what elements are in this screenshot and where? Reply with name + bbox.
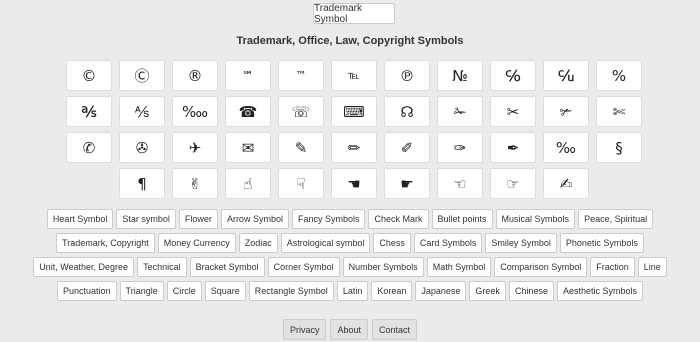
category-row: Unit, Weather, Degree Technical Bracket … <box>0 257 700 277</box>
symbol-button[interactable]: ✏ <box>331 132 377 163</box>
symbol-row: ¶ ✌ ☝ ☟ ☚ ☛ ☜ ☞ ✍ <box>62 168 646 199</box>
category-trademark-copyright[interactable]: Trademark, Copyright <box>56 233 155 253</box>
category-greek[interactable]: Greek <box>469 281 506 301</box>
category-flower[interactable]: Flower <box>178 209 218 229</box>
footer-nav: Privacy About Contact <box>0 319 700 340</box>
symbol-button[interactable]: ✐ <box>384 132 430 163</box>
category-technical[interactable]: Technical <box>137 257 187 277</box>
symbol-button[interactable]: Ⓒ <box>119 60 165 91</box>
symbol-button[interactable]: ℆ <box>543 60 589 91</box>
category-corner-symbol[interactable]: Corner Symbol <box>267 257 340 277</box>
category-comparison-symbol[interactable]: Comparison Symbol <box>494 257 588 277</box>
symbol-button[interactable]: ☜ <box>437 168 483 199</box>
symbol-button[interactable]: ☟ <box>278 168 324 199</box>
symbol-button[interactable]: № <box>437 60 483 91</box>
symbol-button[interactable]: ☊ <box>384 96 430 127</box>
category-square[interactable]: Square <box>204 281 246 301</box>
category-check-mark[interactable]: Check Mark <box>368 209 429 229</box>
symbol-button[interactable]: § <box>596 132 642 163</box>
symbol-button[interactable]: ℗ <box>384 60 430 91</box>
category-number-symbols[interactable]: Number Symbols <box>342 257 424 277</box>
symbol-button[interactable]: ✒ <box>490 132 536 163</box>
category-korean[interactable]: Korean <box>371 281 413 301</box>
symbol-button[interactable]: ⌨ <box>331 96 377 127</box>
symbol-row: ✆ ✇ ✈ ✉ ✎ ✏ ✐ ✑ ✒ ‰ § <box>62 132 646 163</box>
symbol-button[interactable]: ‱ <box>172 96 218 127</box>
category-arrow-symbol[interactable]: Arrow Symbol <box>220 209 289 229</box>
category-math-symbol[interactable]: Math Symbol <box>426 257 492 277</box>
symbol-button[interactable]: ⅍ <box>119 96 165 127</box>
symbol-button[interactable]: ✄ <box>596 96 642 127</box>
category-unit-weather-degree[interactable]: Unit, Weather, Degree <box>33 257 135 277</box>
symbol-row: © Ⓒ ® ℠ ™ ℡ ℗ № ℅ ℆ % <box>62 60 646 91</box>
category-zodiac[interactable]: Zodiac <box>238 233 278 253</box>
category-row: Trademark, Copyright Money Currency Zodi… <box>0 233 700 253</box>
symbol-button[interactable]: ✉ <box>225 132 271 163</box>
privacy-link[interactable]: Privacy <box>282 319 327 340</box>
category-star-symbol[interactable]: Star symbol <box>116 209 176 229</box>
symbol-button[interactable]: ✌ <box>172 168 218 199</box>
category-peace-spiritual[interactable]: Peace, Spiritual <box>578 209 654 229</box>
symbol-button[interactable]: ✃ <box>543 96 589 127</box>
symbol-button[interactable]: © <box>66 60 112 91</box>
symbol-button[interactable]: ℠ <box>225 60 271 91</box>
symbol-button[interactable]: ☚ <box>331 168 377 199</box>
category-rectangle-symbol[interactable]: Rectangle Symbol <box>248 281 334 301</box>
category-row: Heart Symbol Star symbol Flower Arrow Sy… <box>0 209 700 229</box>
category-chess[interactable]: Chess <box>373 233 411 253</box>
symbol-button[interactable]: ✂ <box>490 96 536 127</box>
symbol-button[interactable]: ℡ <box>331 60 377 91</box>
symbol-button[interactable]: ☏ <box>278 96 324 127</box>
symbol-button[interactable]: ™ <box>278 60 324 91</box>
trademark-symbol-button[interactable]: Trademark Symbol <box>313 3 395 25</box>
category-latin[interactable]: Latin <box>336 281 369 301</box>
symbol-button[interactable]: ® <box>172 60 218 91</box>
symbol-button[interactable]: ¶ <box>119 168 165 199</box>
category-smiley-symbol[interactable]: Smiley Symbol <box>485 233 557 253</box>
category-fancy-symbols[interactable]: Fancy Symbols <box>291 209 366 229</box>
category-bracket-symbol[interactable]: Bracket Symbol <box>189 257 265 277</box>
about-link[interactable]: About <box>330 319 368 340</box>
symbol-button[interactable]: ☝ <box>225 168 271 199</box>
category-links: Heart Symbol Star symbol Flower Arrow Sy… <box>0 209 700 305</box>
category-row: Punctuation Triangle Circle Square Recta… <box>0 281 700 301</box>
symbol-button[interactable]: ✎ <box>278 132 324 163</box>
category-card-symbols[interactable]: Card Symbols <box>413 233 483 253</box>
symbol-button[interactable]: ✈ <box>172 132 218 163</box>
symbol-button[interactable]: ✇ <box>119 132 165 163</box>
category-bullet-points[interactable]: Bullet points <box>431 209 493 229</box>
category-punctuation[interactable]: Punctuation <box>56 281 117 301</box>
category-chinese[interactable]: Chinese <box>508 281 554 301</box>
symbol-button[interactable]: ℁ <box>66 96 112 127</box>
category-circle[interactable]: Circle <box>166 281 202 301</box>
symbol-button[interactable]: ☛ <box>384 168 430 199</box>
symbol-row: ℁ ⅍ ‱ ☎ ☏ ⌨ ☊ ✁ ✂ ✃ ✄ <box>62 96 646 127</box>
category-heart-symbol[interactable]: Heart Symbol <box>46 209 114 229</box>
symbol-button[interactable]: ☞ <box>490 168 536 199</box>
symbol-button[interactable]: ✁ <box>437 96 483 127</box>
symbol-button[interactable]: % <box>596 60 642 91</box>
category-aesthetic-symbols[interactable]: Aesthetic Symbols <box>556 281 643 301</box>
symbol-button[interactable]: ☎ <box>225 96 271 127</box>
category-musical-symbols[interactable]: Musical Symbols <box>495 209 576 229</box>
category-phonetic-symbols[interactable]: Phonetic Symbols <box>559 233 644 253</box>
symbol-grid: © Ⓒ ® ℠ ™ ℡ ℗ № ℅ ℆ % ℁ ⅍ ‱ ☎ ☏ ⌨ ☊ ✁ ✂ … <box>62 60 646 204</box>
category-japanese[interactable]: Japanese <box>415 281 467 301</box>
symbol-button[interactable]: ✑ <box>437 132 483 163</box>
symbol-button[interactable]: ‰ <box>543 132 589 163</box>
category-money-currency[interactable]: Money Currency <box>157 233 236 253</box>
category-fraction[interactable]: Fraction <box>590 257 635 277</box>
category-triangle[interactable]: Triangle <box>119 281 164 301</box>
category-astrological-symbol[interactable]: Astrological symbol <box>280 233 371 253</box>
symbol-button[interactable]: ℅ <box>490 60 536 91</box>
symbol-button[interactable]: ✆ <box>66 132 112 163</box>
category-line[interactable]: Line <box>637 257 667 277</box>
symbol-button[interactable]: ✍ <box>543 168 589 199</box>
page-title: Trademark, Office, Law, Copyright Symbol… <box>236 35 464 47</box>
contact-link[interactable]: Contact <box>372 319 418 340</box>
